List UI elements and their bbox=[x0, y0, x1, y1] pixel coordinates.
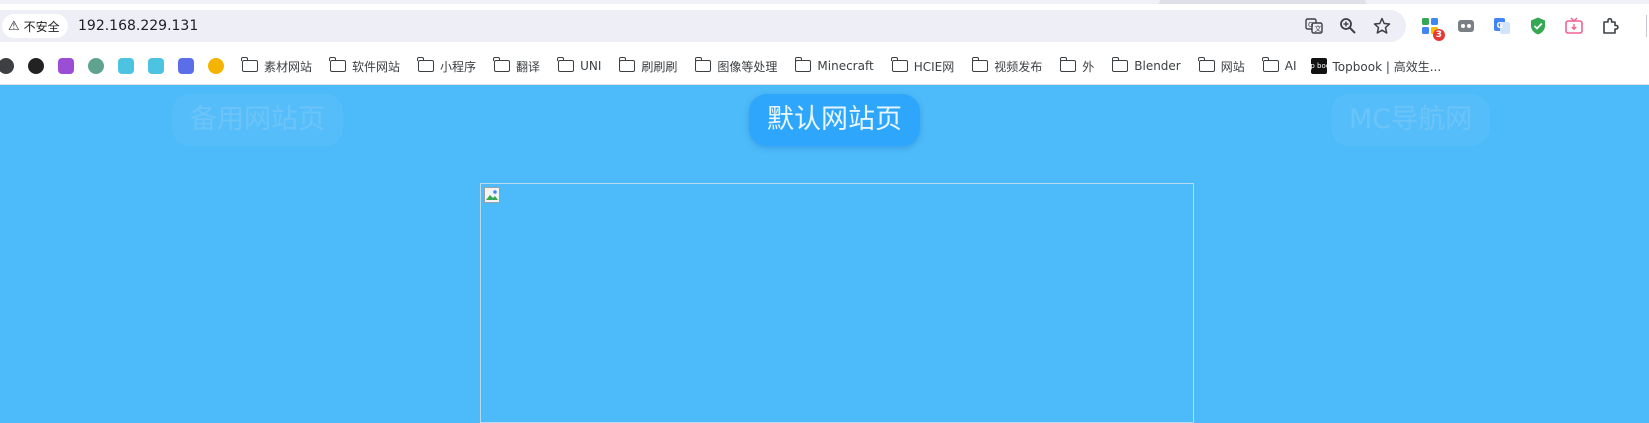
folder-icon bbox=[891, 57, 908, 72]
bookmark-favicon-8[interactable] bbox=[208, 58, 224, 74]
url-text[interactable]: 192.168.229.131 bbox=[78, 10, 198, 42]
folder-icon bbox=[1262, 57, 1279, 72]
shield-icon[interactable] bbox=[1528, 16, 1548, 36]
extensions-puzzle-icon[interactable] bbox=[1600, 16, 1620, 36]
bookmark-folder-label: 视频发布 bbox=[994, 59, 1043, 74]
warning-icon: ⚠ bbox=[8, 18, 20, 34]
hero-image-frame bbox=[480, 183, 1194, 423]
bookmark-folder[interactable]: 网站 bbox=[1198, 57, 1245, 75]
bookmark-folder-label: HCIE网 bbox=[913, 59, 955, 74]
bookmark-favicon-3[interactable] bbox=[58, 58, 74, 74]
bookmark-folder[interactable]: Minecraft bbox=[794, 57, 874, 73]
bookmark-folder[interactable]: 外 bbox=[1059, 57, 1095, 75]
extensions-area: 3 G bbox=[1420, 10, 1620, 42]
bookmarks-bar: 素材网站 软件网站 小程序 翻译 UNI 刷刷刷 图像等处理 Minecraft… bbox=[0, 48, 1649, 85]
folder-icon bbox=[241, 57, 258, 72]
folder-icon bbox=[493, 57, 511, 72]
bookmark-folder-label: 素材网站 bbox=[264, 59, 313, 74]
bookmark-folder-label: AI bbox=[1284, 59, 1297, 73]
folder-icon bbox=[417, 57, 435, 72]
bookmark-favicon-4[interactable] bbox=[88, 58, 104, 74]
toolbar-divider bbox=[1646, 15, 1647, 37]
bookmark-folder-label: 刷刷刷 bbox=[641, 59, 678, 74]
bookmark-folder-label: 翻译 bbox=[516, 59, 541, 74]
folder-icon bbox=[1059, 57, 1077, 72]
extension-badge: 3 bbox=[1432, 29, 1445, 41]
bookmark-folder-label: 软件网站 bbox=[352, 59, 401, 74]
bookmark-folder[interactable]: 素材网站 bbox=[241, 57, 313, 75]
zoom-icon[interactable] bbox=[1338, 16, 1358, 36]
bookmark-favicon-6[interactable] bbox=[148, 58, 164, 74]
bookmark-star-icon[interactable] bbox=[1372, 16, 1392, 36]
bookmark-folder[interactable]: 刷刷刷 bbox=[618, 57, 678, 75]
bookmark-topbook[interactable]: Top book Topbook | 高效生... bbox=[1303, 58, 1442, 75]
bookmark-favicon-2[interactable] bbox=[28, 58, 44, 74]
bookmark-folder-label: 外 bbox=[1082, 59, 1095, 74]
omnibox-actions: G文 bbox=[1304, 10, 1392, 42]
bookmark-favicon-5[interactable] bbox=[118, 58, 134, 74]
bookmark-folder[interactable]: 翻译 bbox=[493, 57, 541, 75]
bookmark-folder-label: 图像等处理 bbox=[717, 59, 778, 74]
bookmark-site-label: Topbook | 高效生... bbox=[1332, 59, 1442, 74]
bookmark-favicon-1[interactable] bbox=[0, 58, 14, 74]
svg-text:文: 文 bbox=[1315, 24, 1322, 33]
topbook-favicon-icon: Top book bbox=[1303, 58, 1334, 74]
bookmark-folder[interactable]: Blender bbox=[1111, 57, 1181, 73]
folder-icon bbox=[794, 57, 812, 72]
bookmark-folder[interactable]: HCIE网 bbox=[891, 57, 955, 75]
bookmark-folder[interactable]: 图像等处理 bbox=[694, 57, 778, 75]
folder-icon bbox=[694, 57, 712, 72]
nav-default-site-button[interactable]: 默认网站页 bbox=[749, 94, 920, 146]
browser-toolbar: ⚠ 不安全 192.168.229.131 G文 3 G bbox=[0, 4, 1649, 48]
bookmark-folder[interactable]: AI bbox=[1262, 57, 1297, 73]
folder-icon bbox=[1198, 57, 1215, 72]
bookmark-folder-label: UNI bbox=[580, 59, 602, 73]
nav-backup-site-button[interactable]: 备用网站页 bbox=[172, 94, 343, 146]
security-chip[interactable]: ⚠ 不安全 bbox=[2, 14, 68, 38]
bookmark-folder[interactable]: 视频发布 bbox=[971, 57, 1043, 75]
bookmark-folder-label: Minecraft bbox=[817, 59, 874, 73]
svg-text:G: G bbox=[1497, 21, 1504, 30]
folder-icon bbox=[971, 57, 989, 72]
bookmark-favicon-7[interactable] bbox=[178, 58, 194, 74]
folder-icon bbox=[329, 57, 347, 72]
address-bar[interactable]: ⚠ 不安全 192.168.229.131 G文 bbox=[0, 10, 1406, 42]
bookmark-folder[interactable]: 小程序 bbox=[417, 57, 477, 75]
folder-icon bbox=[1111, 57, 1129, 72]
folder-icon bbox=[557, 57, 575, 72]
svg-text:G: G bbox=[1308, 21, 1313, 29]
bookmark-folder[interactable]: UNI bbox=[557, 57, 602, 73]
bookmark-folder[interactable]: 软件网站 bbox=[329, 57, 401, 75]
broken-image-icon bbox=[484, 187, 500, 203]
folder-icon bbox=[618, 57, 636, 72]
bookmark-folder-label: Blender bbox=[1134, 59, 1181, 73]
extension-infinity-icon[interactable] bbox=[1456, 16, 1476, 36]
download-tv-icon[interactable] bbox=[1564, 16, 1584, 36]
translate-icon[interactable]: G文 bbox=[1304, 16, 1324, 36]
bookmark-folder-label: 小程序 bbox=[440, 59, 477, 74]
bookmark-folder-label: 网站 bbox=[1220, 59, 1245, 74]
nav-mc-navigation-button[interactable]: MC导航网 bbox=[1331, 94, 1491, 146]
page-content: 备用网站页 默认网站页 MC导航网 bbox=[0, 85, 1649, 423]
extension-apps-icon[interactable]: 3 bbox=[1420, 16, 1445, 41]
security-label: 不安全 bbox=[23, 19, 60, 34]
google-translate-icon[interactable]: G bbox=[1492, 16, 1512, 36]
